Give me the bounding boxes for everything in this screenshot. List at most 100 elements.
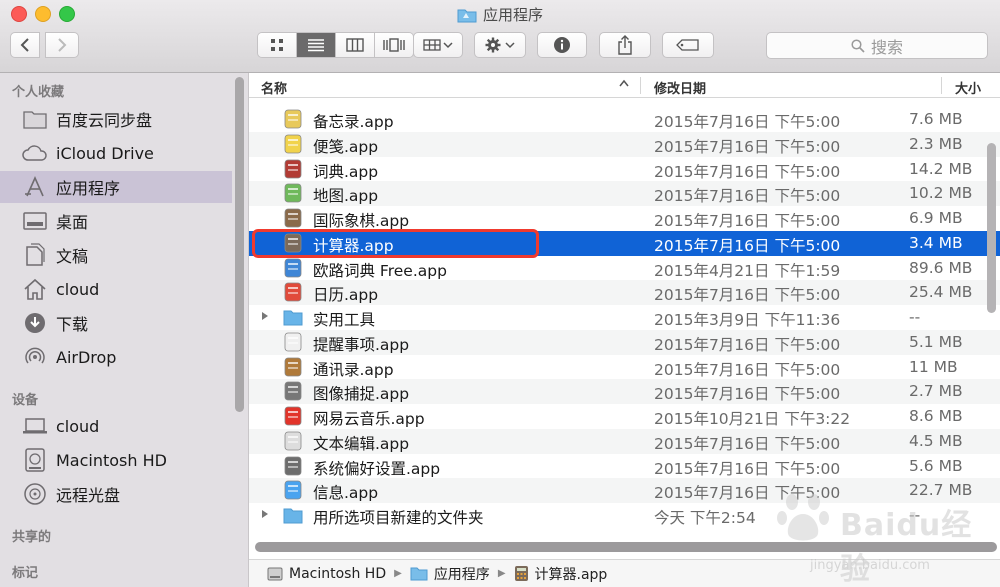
disc-icon	[22, 481, 48, 507]
column-header-size[interactable]: 大小	[955, 78, 981, 97]
file-row[interactable]: 国际象棋.app 2015年7月16日 下午5:00 6.9 MB	[249, 206, 1000, 231]
path-item-macintosh-hd[interactable]: Macintosh HD	[267, 566, 386, 582]
file-row[interactable]: 备忘录.app 2015年7月16日 下午5:00 7.6 MB	[249, 107, 1000, 132]
dictionary-app-icon	[284, 159, 302, 178]
image-capture-app-icon	[284, 381, 302, 401]
arrange-button[interactable]	[413, 32, 463, 58]
edit-tags-button[interactable]	[662, 32, 714, 58]
back-button[interactable]	[10, 32, 40, 58]
search-icon	[851, 38, 865, 53]
path-separator-icon: ▶	[497, 568, 506, 579]
file-size: 89.6 MB	[909, 258, 973, 277]
sidebar-item-macintosh-hd[interactable]: Macintosh HD	[0, 444, 232, 476]
list-icon	[308, 39, 324, 52]
file-modified-date: 2015年7月16日 下午5:00	[654, 162, 841, 181]
sidebar-section-tags: 标记	[12, 566, 39, 581]
file-modified-date: 2015年7月16日 下午5:00	[654, 286, 841, 305]
get-info-button[interactable]	[537, 32, 587, 58]
file-row[interactable]: 地图.app 2015年7月16日 下午5:00 10.2 MB	[249, 181, 1000, 206]
file-size: 2.7 MB	[909, 382, 963, 401]
sidebar-item-remote-disc[interactable]: 远程光盘	[0, 478, 232, 510]
utilities-folder-icon	[283, 310, 303, 326]
folder-icon	[457, 7, 477, 27]
column-header-name[interactable]: 名称	[261, 78, 287, 97]
file-row[interactable]: 信息.app 2015年7月16日 下午5:00 22.7 MB	[249, 478, 1000, 503]
sidebar-item-downloads[interactable]: 下载	[0, 307, 232, 339]
file-row[interactable]: 通讯录.app 2015年7月16日 下午5:00 11 MB	[249, 355, 1000, 380]
forward-button[interactable]	[45, 32, 79, 58]
file-name: 计算器.app	[313, 236, 394, 255]
sidebar-scrollbar[interactable]	[235, 77, 244, 412]
file-size: 22.7 MB	[909, 481, 973, 500]
file-modified-date: 2015年7月16日 下午5:00	[654, 236, 841, 255]
horizontal-scrollbar[interactable]	[255, 542, 997, 552]
airdrop-icon	[22, 344, 48, 370]
file-row[interactable]: 词典.app 2015年7月16日 下午5:00 14.2 MB	[249, 157, 1000, 182]
file-row[interactable]: 网易云音乐.app 2015年10月21日 下午3:22 8.6 MB	[249, 404, 1000, 429]
file-row[interactable]: 文本编辑.app 2015年7月16日 下午5:00 4.5 MB	[249, 428, 1000, 454]
file-row[interactable]: 图像捕捉.app 2015年7月16日 下午5:00 2.7 MB	[249, 379, 1000, 404]
cloud-icon	[22, 140, 48, 166]
applications-icon	[22, 174, 48, 200]
documents-icon	[22, 242, 48, 268]
sidebar-item-cloud-computer[interactable]: cloud	[0, 410, 232, 442]
list-view-button[interactable]	[297, 33, 336, 57]
file-size: 5.6 MB	[909, 456, 963, 475]
file-row[interactable]: 便笺.app 2015年7月16日 下午5:00 2.3 MB	[249, 131, 1000, 157]
file-name: 通讯录.app	[313, 360, 394, 379]
action-button[interactable]	[474, 32, 526, 58]
search-field[interactable]: 搜索	[766, 32, 988, 59]
file-row[interactable]: 计算器.app 2015年7月16日 下午5:00 3.4 MB	[249, 230, 1000, 256]
vertical-scrollbar[interactable]	[987, 143, 996, 313]
icon-view-button[interactable]	[258, 33, 297, 57]
harddisk-icon	[267, 567, 283, 580]
path-item-applications[interactable]: 应用程序	[410, 564, 490, 584]
file-row[interactable]: 用所选项目新建的文件夹 今天 下午2:54 --	[249, 503, 1000, 528]
file-row[interactable]: 欧路词典 Free.app 2015年4月21日 下午1:59 89.6 MB	[249, 256, 1000, 281]
path-item-calculator[interactable]: 计算器.app	[514, 564, 607, 584]
disclosure-triangle-icon[interactable]	[261, 509, 269, 519]
file-modified-date: 2015年7月16日 下午5:00	[654, 385, 841, 404]
chevron-left-icon	[20, 38, 29, 52]
share-button[interactable]	[599, 32, 651, 58]
file-modified-date: 2015年7月16日 下午5:00	[654, 212, 841, 230]
file-rows: 备忘录.app 2015年7月16日 下午5:00 7.6 MB 便笺.app 2015…	[249, 107, 1000, 528]
file-size: 6.9 MB	[909, 209, 963, 227]
sidebar-item-baidu-sync[interactable]: 百度云同步盘	[0, 103, 232, 135]
coverflow-view-button[interactable]	[375, 33, 413, 57]
sidebar-item-desktop[interactable]: 桌面	[0, 205, 232, 237]
eudic-app-icon	[284, 258, 302, 277]
file-row[interactable]: 日历.app 2015年7月16日 下午5:00 25.4 MB	[249, 280, 1000, 305]
sidebar-item-applications[interactable]: 应用程序	[0, 171, 232, 203]
file-size: 3.4 MB	[909, 233, 963, 252]
file-row[interactable]: 提醒事项.app 2015年7月16日 下午5:00 5.1 MB	[249, 329, 1000, 355]
column-view-button[interactable]	[336, 33, 375, 57]
file-size: 10.2 MB	[909, 184, 973, 203]
home-icon	[22, 276, 48, 302]
file-modified-date: 2015年7月16日 下午5:00	[654, 360, 841, 379]
sidebar-item-home[interactable]: cloud	[0, 273, 232, 305]
file-row[interactable]: 系统偏好设置.app 2015年7月16日 下午5:00 5.6 MB	[249, 454, 1000, 479]
sidebar-item-icloud-drive[interactable]: iCloud Drive	[0, 137, 232, 169]
file-size: 11 MB	[909, 357, 958, 376]
folder-icon	[22, 106, 48, 132]
disclosure-triangle-icon[interactable]	[261, 311, 269, 321]
sidebar-section-devices: 设备	[12, 393, 39, 408]
finder-window: 应用程序 搜索 个人收藏 百度云同步盘 iCloud Drive 应用程序 桌面…	[0, 0, 1000, 587]
gear-icon	[485, 37, 515, 53]
folder-icon	[283, 508, 303, 524]
file-name: 网易云音乐.app	[313, 410, 425, 428]
sidebar-item-airdrop[interactable]: AirDrop	[0, 341, 232, 373]
sidebar: 个人收藏 百度云同步盘 iCloud Drive 应用程序 桌面 文稿 clou…	[0, 73, 249, 587]
file-size: 4.5 MB	[909, 431, 963, 450]
netease-music-app-icon	[284, 406, 302, 426]
file-size: 7.6 MB	[909, 110, 963, 128]
file-row[interactable]: 实用工具 2015年3月9日 下午11:36 --	[249, 305, 1000, 330]
sidebar-item-documents[interactable]: 文稿	[0, 239, 232, 271]
view-mode-control	[257, 32, 414, 58]
calendar-app-icon	[284, 282, 302, 302]
file-name: 日历.app	[313, 286, 379, 305]
file-name: 提醒事项.app	[313, 335, 410, 354]
maps-app-icon	[284, 183, 302, 203]
file-list: 名称 修改日期 大小 备忘录.app 2015年7月16日 下午5:00 7.6 M…	[249, 73, 1000, 587]
